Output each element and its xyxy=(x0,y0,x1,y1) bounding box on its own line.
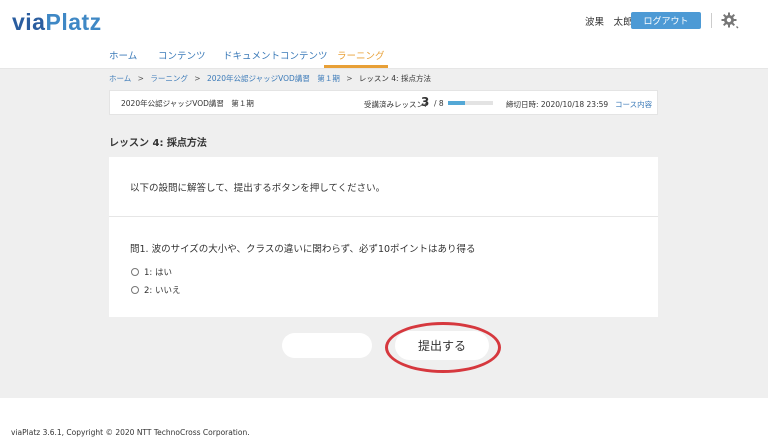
viaplatz-logo[interactable]: viaPlatz xyxy=(12,9,102,36)
breadcrumb-course[interactable]: 2020年公認ジャッジVOD講習 第１期 xyxy=(207,74,340,83)
footer: viaPlatz 3.6.1, Copyright © 2020 NTT Tec… xyxy=(0,398,768,444)
logo-platz-text: Platz xyxy=(45,9,102,35)
quiz-card: 以下の設問に解答して、提出するボタンを押してください。 問1. 波のサイズの大小… xyxy=(109,157,658,317)
option-label: 1: はい xyxy=(144,268,172,278)
nav-learning[interactable]: ラーニング xyxy=(337,48,385,62)
breadcrumb-current: レッスン 4: 採点方法 xyxy=(358,74,431,83)
nav-active-indicator xyxy=(324,65,388,68)
course-info-bar: 2020年公認ジャッジVOD講習 第１期 受講済みレッスン: 3 / 8 締切日… xyxy=(109,90,658,115)
annotation-circle xyxy=(385,322,501,373)
option-no[interactable]: 2: いいえ xyxy=(131,284,180,296)
lesson-progress-fill xyxy=(448,101,465,105)
breadcrumb: ホーム > ラーニング > 2020年公認ジャッジVOD講習 第１期 > レッス… xyxy=(109,73,431,84)
user-name: 波果 太郎 xyxy=(585,17,633,28)
logout-button[interactable]: ログアウト xyxy=(631,12,701,29)
breadcrumb-separator: > xyxy=(194,74,201,83)
option-yes[interactable]: 1: はい xyxy=(131,266,172,278)
header-divider xyxy=(711,13,712,28)
back-button[interactable] xyxy=(282,333,372,358)
logo-via-text: via xyxy=(12,9,46,35)
deadline: 締切日時: 2020/10/18 23:59 xyxy=(506,100,609,109)
total-lessons: / 8 xyxy=(434,99,444,108)
breadcrumb-separator: > xyxy=(346,74,353,83)
completed-lessons-count: 3 xyxy=(421,95,430,109)
header: viaPlatz 波果 太郎 ログアウト xyxy=(0,0,768,44)
completed-lessons-label: 受講済みレッスン: xyxy=(364,100,427,109)
option-label: 2: いいえ xyxy=(144,286,181,296)
question-text: 問1. 波のサイズの大小や、クラスの違いに関わらず、必ず10ポイントはあり得る xyxy=(130,244,476,255)
breadcrumb-home[interactable]: ホーム xyxy=(109,74,131,83)
course-name: 2020年公認ジャッジVOD講習 第１期 xyxy=(121,99,254,108)
course-contents-link[interactable]: コース内容 xyxy=(615,99,652,110)
nav-document-contents[interactable]: ドキュメントコンテンツ xyxy=(223,48,328,62)
breadcrumb-learning[interactable]: ラーニング xyxy=(150,74,188,83)
breadcrumb-separator: > xyxy=(137,74,144,83)
lesson-title: レッスン 4: 採点方法 xyxy=(109,138,207,149)
lesson-progress-bar xyxy=(448,101,493,105)
quiz-instruction: 以下の設問に解答して、提出するボタンを押してください。 xyxy=(130,183,386,194)
card-divider xyxy=(109,216,658,217)
gear-icon[interactable] xyxy=(720,10,740,30)
radio-button[interactable] xyxy=(131,268,139,276)
nav-contents[interactable]: コンテンツ xyxy=(158,48,206,62)
copyright-text: viaPlatz 3.6.1, Copyright © 2020 NTT Tec… xyxy=(11,428,250,437)
radio-button[interactable] xyxy=(131,286,139,294)
nav-home[interactable]: ホーム xyxy=(109,48,137,62)
